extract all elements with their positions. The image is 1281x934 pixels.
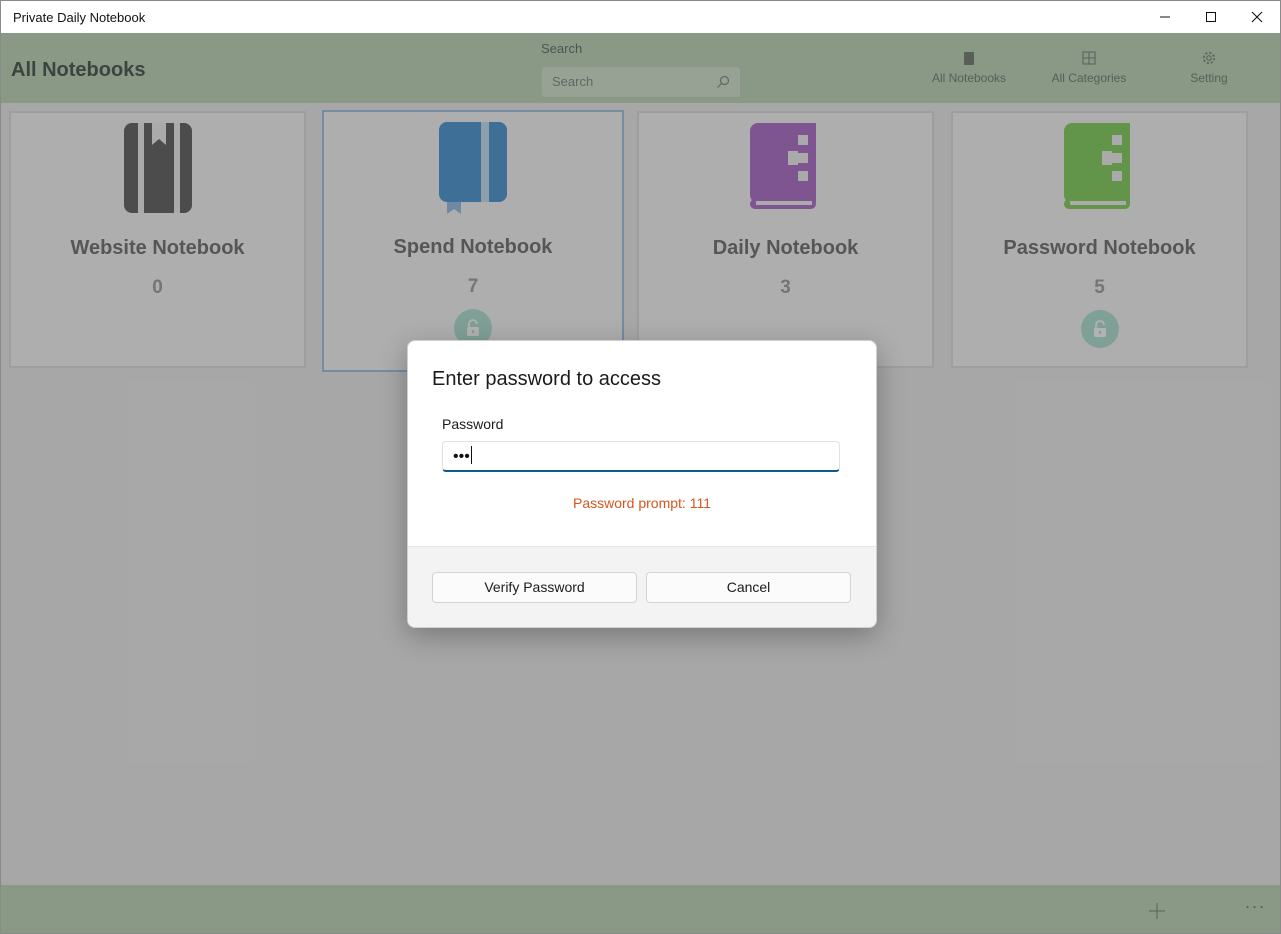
minimize-icon bbox=[1160, 16, 1170, 18]
dialog-footer: Verify Password Cancel bbox=[408, 546, 876, 627]
close-icon bbox=[1251, 11, 1263, 23]
verify-password-button[interactable]: Verify Password bbox=[432, 572, 637, 603]
maximize-icon bbox=[1206, 12, 1216, 22]
password-prompt: Password prompt: 111 bbox=[573, 495, 711, 511]
password-label: Password bbox=[442, 416, 504, 432]
password-value: ••• bbox=[453, 446, 472, 465]
minimize-button[interactable] bbox=[1142, 1, 1188, 33]
dialog-title: Enter password to access bbox=[432, 368, 661, 390]
text-caret bbox=[470, 446, 472, 464]
password-dialog: Enter password to access Password ••• Pa… bbox=[407, 340, 877, 628]
app-window: Private Daily Notebook All Notebooks Sea… bbox=[0, 0, 1281, 934]
cancel-button[interactable]: Cancel bbox=[646, 572, 851, 603]
title-bar: Private Daily Notebook bbox=[1, 1, 1280, 33]
password-field[interactable]: ••• bbox=[442, 441, 840, 472]
window-title: Private Daily Notebook bbox=[13, 10, 146, 25]
maximize-button[interactable] bbox=[1188, 1, 1234, 33]
close-button[interactable] bbox=[1234, 1, 1280, 33]
